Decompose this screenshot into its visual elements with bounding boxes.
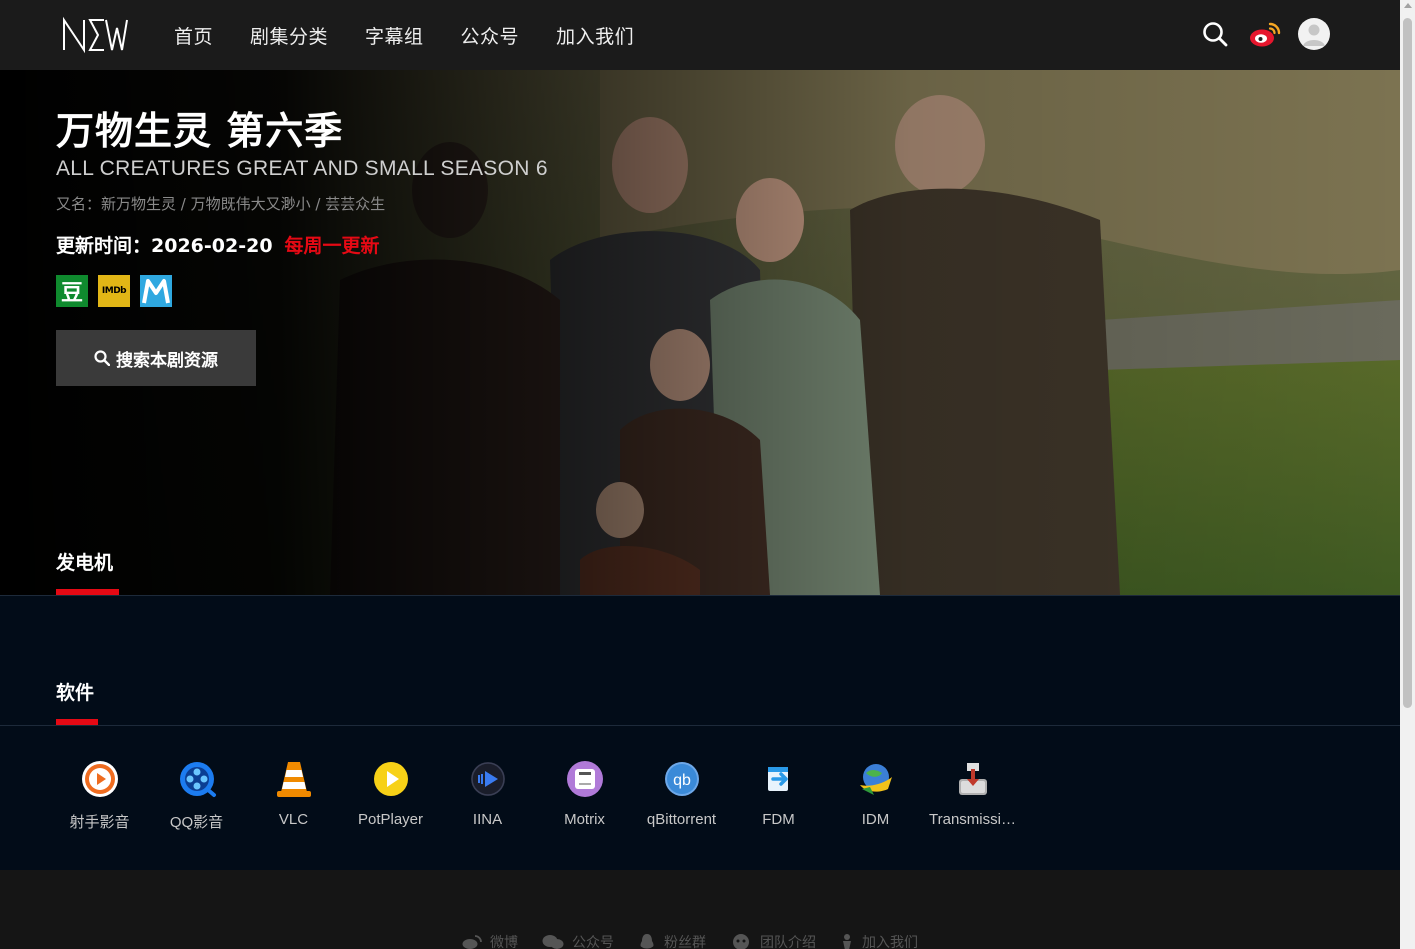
- footer-link-label: 粉丝群: [664, 935, 706, 949]
- footer-link-label: 微博: [490, 935, 518, 949]
- search-resources-label: 搜索本剧资源: [116, 350, 218, 370]
- nav-subtitle-group[interactable]: 字幕组: [365, 22, 424, 49]
- footer-link-label: 团队介绍: [760, 935, 816, 949]
- douban-icon[interactable]: 豆: [56, 275, 88, 307]
- nav-official-account[interactable]: 公众号: [461, 22, 520, 49]
- potplayer-icon: [370, 758, 412, 800]
- search-icon[interactable]: [1198, 17, 1232, 51]
- qq-group-icon: [638, 933, 656, 949]
- update-frequency: 每周一更新: [284, 235, 380, 257]
- footer-link-wechat[interactable]: 公众号: [542, 932, 614, 949]
- vlc-cone-icon: [273, 758, 315, 800]
- site-logo[interactable]: [62, 16, 128, 54]
- app-label: 射手影音: [69, 814, 130, 831]
- wechat-icon: [542, 934, 564, 949]
- main-nav: 首页 剧集分类 字幕组 公众号 加入我们: [174, 0, 671, 70]
- app-transmission[interactable]: Transmissi…: [924, 758, 1021, 832]
- imdb-icon[interactable]: IMDb: [98, 275, 130, 307]
- app-iina[interactable]: IINA: [439, 758, 536, 832]
- scrollbar-thumb[interactable]: [1403, 18, 1412, 708]
- divider: [0, 725, 1400, 726]
- show-aliases: 又名：新万物生灵 / 万物既伟大又渺小 / 芸芸众生: [56, 195, 386, 213]
- app-label: QQ影音: [169, 814, 224, 831]
- team-icon: [730, 933, 752, 949]
- app-label: VLC: [278, 811, 309, 828]
- qq-player-icon: [176, 758, 218, 800]
- page: 首页 剧集分类 字幕组 公众号 加入我们 万物生灵 第六季 ALL CREATU…: [0, 0, 1400, 949]
- qbittorrent-icon: qb: [661, 758, 703, 800]
- shooter-icon: [79, 758, 121, 800]
- footer-link-join[interactable]: 加入我们: [840, 932, 918, 949]
- nav-home[interactable]: 首页: [174, 22, 213, 49]
- app-idm[interactable]: IDM: [827, 758, 924, 832]
- app-label: IINA: [472, 811, 503, 828]
- m-rating-icon[interactable]: [140, 275, 172, 307]
- user-avatar-icon[interactable]: [1298, 18, 1330, 50]
- weibo-icon: [462, 934, 482, 949]
- footer-link-qq-group[interactable]: 粉丝群: [638, 932, 706, 949]
- app-label: Motrix: [564, 811, 605, 828]
- app-label: Transmissi…: [929, 811, 1016, 828]
- scroll-up-arrow-icon[interactable]: [1404, 3, 1412, 8]
- tab-generator[interactable]: 发电机: [56, 548, 113, 575]
- idm-icon: [855, 758, 897, 800]
- rating-badges: 豆 IMDb: [56, 275, 172, 307]
- iina-icon: [467, 758, 509, 800]
- app-motrix[interactable]: Motrix: [536, 758, 633, 832]
- footer-link-label: 公众号: [572, 935, 614, 949]
- transmission-icon: [952, 758, 994, 800]
- weibo-icon[interactable]: [1248, 17, 1282, 51]
- show-english-title: ALL CREATURES GREAT AND SMALL SEASON 6: [56, 157, 548, 180]
- app-label: FDM: [762, 811, 795, 828]
- app-label: qBittorrent: [646, 811, 717, 828]
- app-shooter[interactable]: 射手影音: [51, 758, 148, 832]
- app-qq-player[interactable]: QQ影音: [148, 758, 245, 832]
- footer-link-label: 加入我们: [862, 935, 918, 949]
- app-label: PotPlayer: [357, 811, 424, 828]
- header-actions: [1198, 17, 1330, 51]
- search-resources-button[interactable]: 搜索本剧资源: [56, 330, 256, 386]
- search-icon: [94, 350, 110, 366]
- update-info: 更新时间：2026-02-20 每周一更新: [56, 231, 380, 258]
- software-list: 射手影音 QQ影音 VLC PotPlayer IINA Motrix qb q…: [51, 758, 1021, 832]
- fdm-icon: [758, 758, 800, 800]
- motrix-icon: [564, 758, 606, 800]
- footer-link-weibo[interactable]: 微博: [462, 932, 518, 949]
- app-qbittorrent[interactable]: qb qBittorrent: [633, 758, 730, 832]
- app-vlc[interactable]: VLC: [245, 758, 342, 832]
- join-icon: [840, 933, 854, 949]
- app-fdm[interactable]: FDM: [730, 758, 827, 832]
- show-title: 万物生灵 第六季: [56, 109, 344, 153]
- svg-text:qb: qb: [673, 772, 691, 789]
- nav-categories[interactable]: 剧集分类: [250, 22, 328, 49]
- update-time: 更新时间：2026-02-20: [56, 235, 273, 257]
- tab-software[interactable]: 软件: [56, 678, 94, 705]
- app-label: IDM: [861, 811, 890, 828]
- nav-join-us[interactable]: 加入我们: [556, 22, 634, 49]
- hero-banner: 万物生灵 第六季 ALL CREATURES GREAT AND SMALL S…: [0, 70, 1400, 595]
- top-navbar: 首页 剧集分类 字幕组 公众号 加入我们: [0, 0, 1400, 70]
- divider: [0, 595, 1400, 596]
- footer-link-team[interactable]: 团队介绍: [730, 932, 816, 949]
- app-potplayer[interactable]: PotPlayer: [342, 758, 439, 832]
- footer-links: 微博 公众号 粉丝群 团队介绍 加入我们: [462, 932, 942, 949]
